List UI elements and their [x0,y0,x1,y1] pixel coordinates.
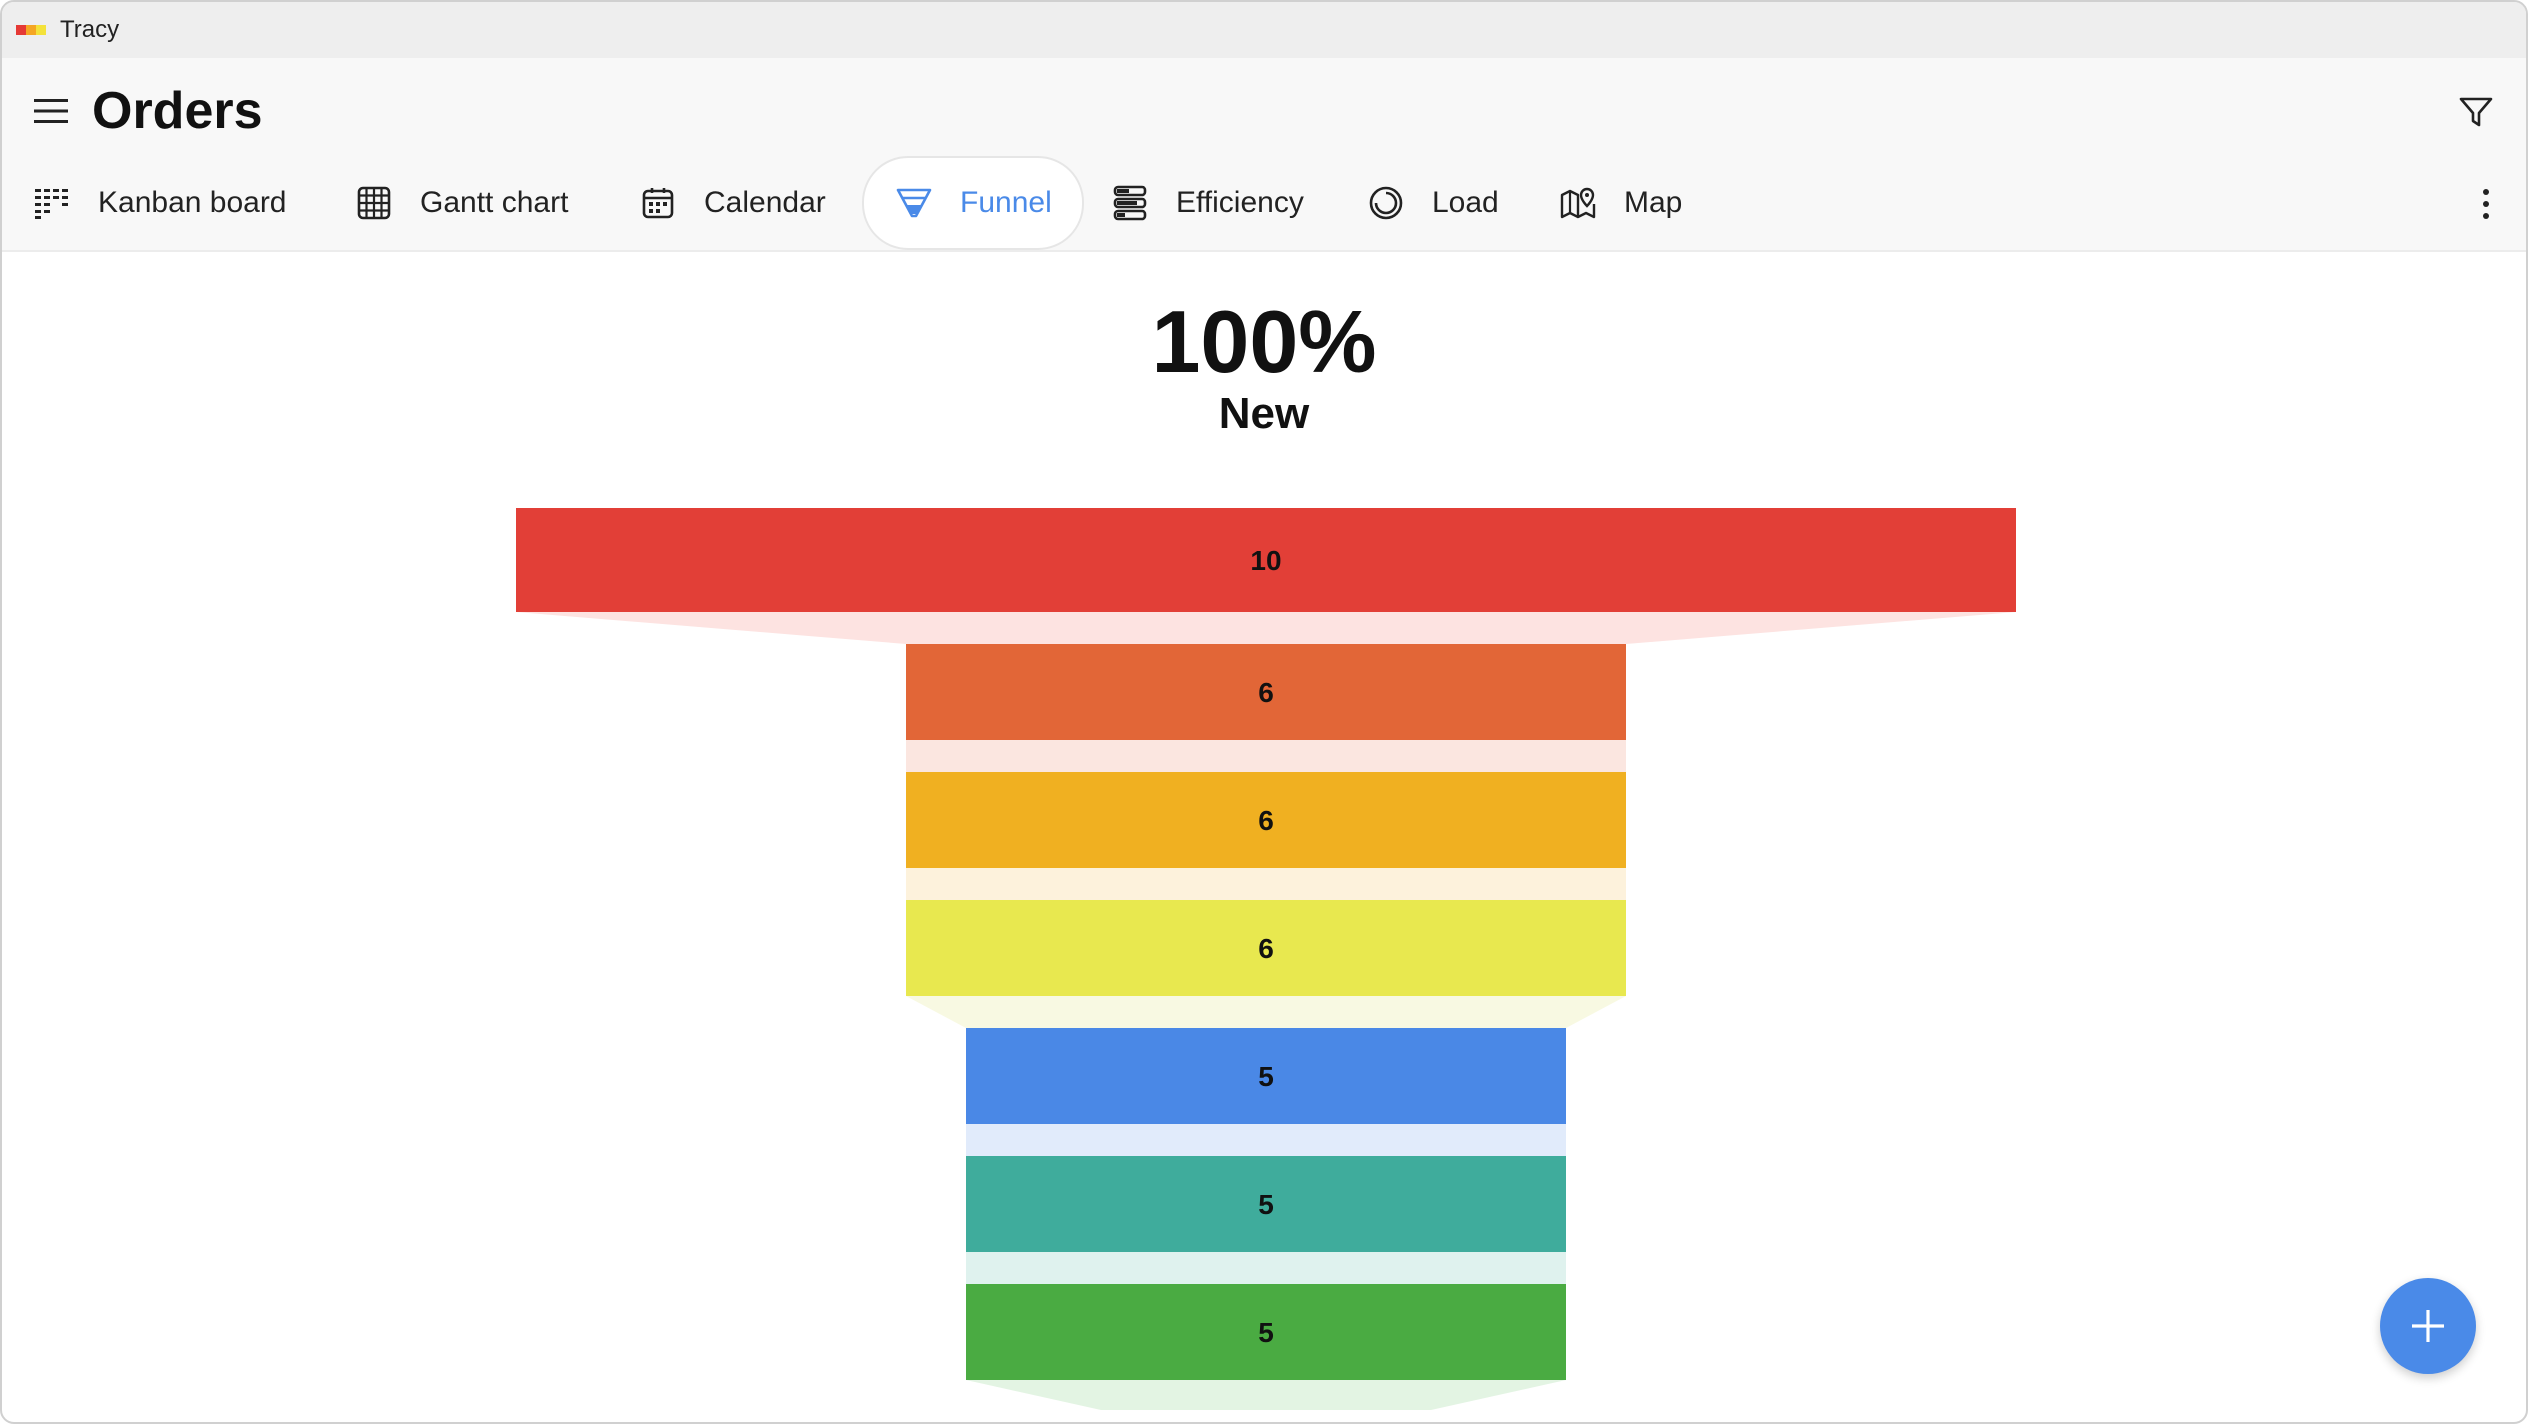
tab-label: Load [1432,186,1499,219]
app-window: Tracy Orders Kanban board Gantt chart Ca… [0,0,2528,1424]
menu-button[interactable] [32,92,70,130]
stage-percent: 100% [1151,292,1377,391]
hamburger-menu-icon [34,99,68,123]
funnel-bar-label: 5 [1258,1061,1274,1092]
more-dot [2483,201,2489,207]
funnel-view: 10 6 6 6 5 5 5 100% New [2,252,2526,1422]
plus-icon [2412,1310,2444,1342]
tab-calendar[interactable]: Calendar [638,156,826,250]
tab-label: Calendar [704,186,826,219]
tab-label: Gantt chart [420,186,569,219]
tab-load[interactable]: Load [1366,156,1499,250]
tab-funnel[interactable]: Funnel [862,156,1084,250]
tab-label: Funnel [960,186,1052,219]
more-dot [2483,189,2489,195]
funnel-connector [966,1252,1566,1284]
funnel-icon [894,183,934,223]
view-tabs: Kanban board Gantt chart Calendar Funnel… [2,156,2446,250]
tab-kanban-board[interactable]: Kanban board [32,156,287,250]
app-title: Tracy [60,16,120,43]
funnel-connector [516,612,2016,644]
load-icon [1366,183,1406,223]
tab-efficiency[interactable]: Efficiency [1110,156,1304,250]
logo-segment-orange [26,25,36,35]
funnel-bar-label: 6 [1258,805,1274,836]
logo-segment-yellow [36,25,46,35]
funnel-bar-label: 5 [1258,1317,1274,1348]
funnel-bar-label: 6 [1258,933,1274,964]
tab-label: Efficiency [1176,186,1304,219]
more-options-button[interactable] [2476,180,2496,228]
efficiency-icon [1110,183,1150,223]
gantt-icon [354,183,394,223]
app-logo [16,19,46,41]
funnel-connector [906,868,1626,900]
logo-segment-red [16,25,26,35]
funnel-bar-label: 10 [1250,545,1281,576]
stage-name: New [1218,389,1310,438]
funnel-connector [906,740,1626,772]
funnel-bar-label: 5 [1258,1189,1274,1220]
map-icon [1558,183,1598,223]
kanban-icon [32,183,72,223]
add-button[interactable] [2380,1278,2476,1374]
page-header: Orders Kanban board Gantt chart Calendar… [2,58,2526,252]
filter-icon [2459,97,2493,127]
tab-map[interactable]: Map [1558,156,1682,250]
title-bar: Tracy [2,2,2526,58]
funnel-connector [906,996,1626,1028]
funnel-connector [966,1124,1566,1156]
tab-gantt-chart[interactable]: Gantt chart [354,156,568,250]
tab-label: Map [1624,186,1683,219]
funnel-connector [966,1380,1566,1410]
tab-label: Kanban board [98,186,287,219]
funnel-bar-label: 6 [1258,677,1274,708]
more-dot [2483,213,2489,219]
calendar-icon [638,183,678,223]
filter-button[interactable] [2452,88,2500,136]
page-title: Orders [92,82,263,140]
